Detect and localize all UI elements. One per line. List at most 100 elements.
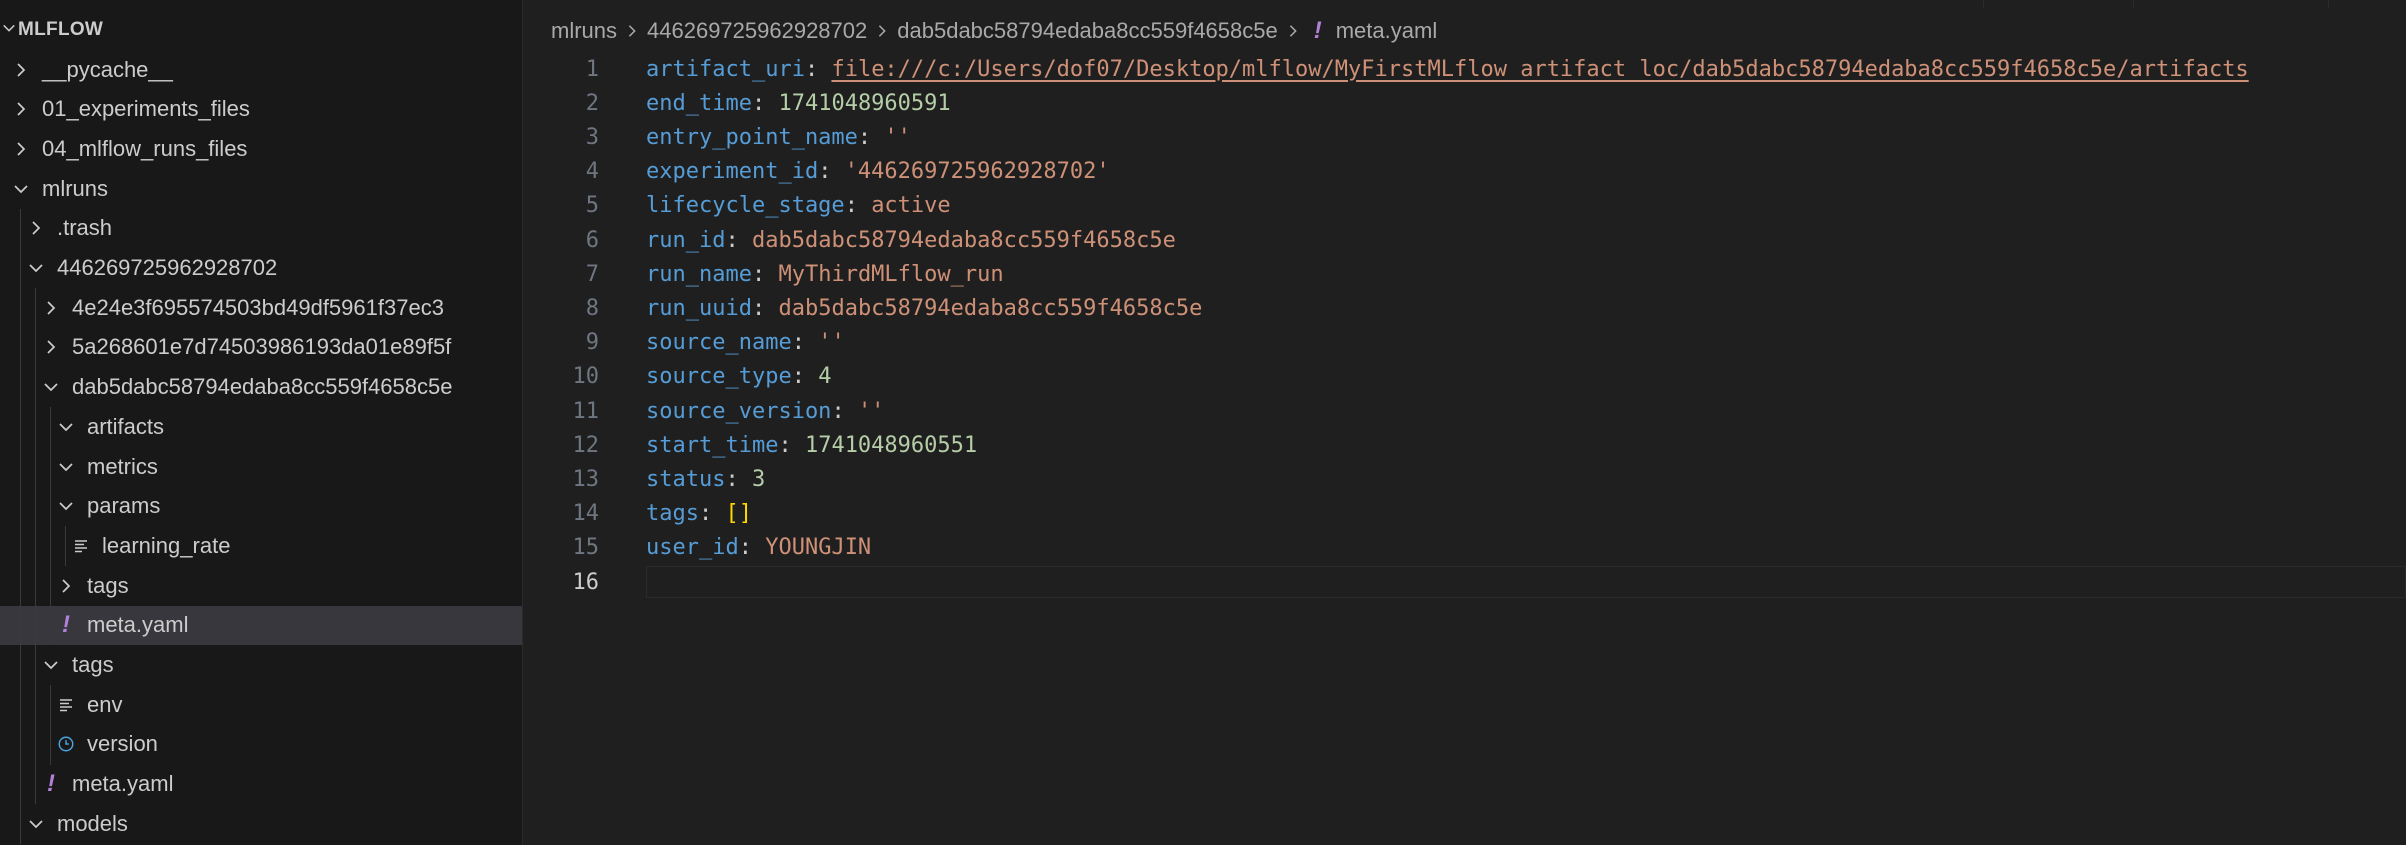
line-number: 10 <box>572 364 600 390</box>
yaml-value: 4 <box>818 364 832 390</box>
tree-file[interactable]: learning_rate <box>0 526 522 565</box>
clock-icon <box>55 735 77 753</box>
editor-pane: mlruns 446269725962928702 dab5dabc58794e… <box>523 0 2406 845</box>
code-line[interactable]: 6 run_id: dab5dabc58794edaba8cc559f4658c5… <box>523 223 2406 257</box>
chevron-right-icon <box>10 138 32 160</box>
tree-item-label: version <box>87 731 158 757</box>
tree-item-label: tags <box>87 572 129 598</box>
tree-folder[interactable]: models <box>0 804 522 843</box>
tree-folder[interactable]: 04_mlflow_runs_files <box>0 129 522 168</box>
yaml-key: start_time <box>646 432 779 458</box>
line-number: 1 <box>585 56 599 82</box>
tree-folder[interactable]: mlruns <box>0 169 522 208</box>
yaml-link-value[interactable]: file:///c:/Users/dof07/Desktop/mlflow/My… <box>831 57 2248 82</box>
line-number: 5 <box>585 193 599 219</box>
tree-item-label: meta.yaml <box>72 771 174 797</box>
code-line[interactable]: 11 source_version: '' <box>523 394 2406 428</box>
code-line[interactable]: 2 end_time: 1741048960591 <box>523 86 2406 120</box>
code-line[interactable]: 13 status: 3 <box>523 462 2406 496</box>
yaml-key: artifact_uri <box>646 56 805 82</box>
tree-file[interactable]: env <box>0 685 522 724</box>
code-line[interactable]: 14 tags: [] <box>523 497 2406 531</box>
explorer-root-label: MLFLOW <box>18 19 104 40</box>
code-text: entry_point_name: '' <box>646 125 911 150</box>
tree-folder[interactable]: 446269725962928702 <box>0 249 522 288</box>
line-number: 6 <box>585 227 599 253</box>
tree-item-label: 04_mlflow_runs_files <box>42 135 248 161</box>
breadcrumb-part[interactable]: mlruns <box>551 18 617 44</box>
breadcrumb-part[interactable]: 446269725962928702 <box>647 18 867 44</box>
tree-folder[interactable]: .trash <box>0 209 522 248</box>
code-line[interactable]: 5 lifecycle_stage: active <box>523 189 2406 223</box>
tree-item-label: env <box>87 691 123 717</box>
chevron-down-icon <box>55 456 77 478</box>
code-line[interactable]: 9 source_name: '' <box>523 326 2406 360</box>
explorer-root[interactable]: MLFLOW <box>0 16 103 44</box>
tree-item-label: learning_rate <box>102 532 231 558</box>
yaml-value: '' <box>818 330 845 356</box>
explorer-sidebar: MLFLOW __pycache__ 01_experiments_files 04… <box>0 0 523 845</box>
tree-file[interactable]: ! meta.yaml <box>0 765 522 804</box>
code-text: lifecycle_stage: active <box>646 193 951 218</box>
breadcrumb: mlruns 446269725962928702 dab5dabc58794e… <box>551 14 1437 48</box>
chevron-down-icon <box>55 495 77 517</box>
indent-guide <box>50 407 51 646</box>
tree-folder[interactable]: metrics <box>0 447 522 486</box>
tree-folder[interactable]: 5a268601e7d74503986193da01e89f5f <box>0 328 522 367</box>
tree-folder[interactable]: 01_experiments_files <box>0 90 522 129</box>
code-text: end_time: 1741048960591 <box>646 91 951 116</box>
yaml-colon: : <box>778 432 805 458</box>
text-lines-icon <box>70 538 92 554</box>
tree-folder[interactable]: artifacts <box>0 407 522 446</box>
breadcrumb-part[interactable]: dab5dabc58794edaba8cc559f4658c5e <box>897 18 1277 44</box>
tree-item-label: meta.yaml <box>87 612 189 638</box>
chevron-right-icon <box>875 24 889 38</box>
tree-folder[interactable]: params <box>0 487 522 526</box>
code-line[interactable]: 3 entry_point_name: '' <box>523 120 2406 154</box>
tree-folder[interactable]: __pycache__ <box>0 50 522 89</box>
yaml-value: MyThirdMLflow_run <box>778 261 1004 287</box>
yaml-colon: : <box>725 227 752 253</box>
chevron-right-icon <box>625 24 639 38</box>
tree-item-label: artifacts <box>87 413 165 439</box>
line-number: 4 <box>585 159 599 185</box>
code-text: status: 3 <box>646 467 765 492</box>
yaml-colon: : <box>751 261 779 287</box>
tree-item-label: 01_experiments_files <box>42 96 250 122</box>
chevron-down-icon <box>25 257 47 279</box>
tree-folder[interactable]: tags <box>0 566 522 605</box>
tree-folder[interactable]: dab5dabc58794edaba8cc559f4658c5e <box>0 368 522 407</box>
breadcrumb-file[interactable]: meta.yaml <box>1336 18 1437 44</box>
yaml-value: dab5dabc58794edaba8cc559f4658c5e <box>751 227 1176 253</box>
line-number: 15 <box>572 535 600 561</box>
line-number: 9 <box>585 330 599 356</box>
yaml-key: status <box>646 466 726 492</box>
tree-item-label: 5a268601e7d74503986193da01e89f5f <box>72 334 452 360</box>
yaml-colon: : <box>844 193 872 219</box>
code-line[interactable]: 16 <box>523 565 2406 599</box>
chevron-down-icon <box>25 813 47 835</box>
code-line[interactable]: 15 user_id: YOUNGJIN <box>523 531 2406 565</box>
tree-file[interactable]: version <box>0 725 522 764</box>
yaml-key: run_id <box>646 227 726 253</box>
code-line[interactable]: 10 source_type: 4 <box>523 360 2406 394</box>
line-number: 14 <box>572 501 600 527</box>
tree-file[interactable]: ! meta.yaml <box>0 605 522 645</box>
code-text: run_id: dab5dabc58794edaba8cc559f4658c5e <box>646 228 1176 253</box>
tree-folder[interactable]: 4e24e3f695574503bd49df5961f37ec3 <box>0 288 522 327</box>
line-number: 2 <box>585 90 599 116</box>
tree-item-label: __pycache__ <box>42 56 173 82</box>
code-line[interactable]: 1 artifact_uri: file:///c:/Users/dof07/De… <box>523 52 2406 86</box>
tree-folder[interactable]: tags <box>0 646 522 685</box>
code-line[interactable]: 4 experiment_id: '446269725962928702' <box>523 155 2406 189</box>
code-line[interactable]: 7 run_name: MyThirdMLflow_run <box>523 257 2406 291</box>
code-line[interactable]: 8 run_uuid: dab5dabc58794edaba8cc559f4658… <box>523 291 2406 325</box>
line-number: 7 <box>585 261 599 287</box>
yaml-value: active <box>871 193 951 219</box>
yaml-key: run_name <box>646 261 752 287</box>
code-text: source_type: 4 <box>646 364 831 389</box>
code-line[interactable]: 12 start_time: 1741048960551 <box>523 428 2406 462</box>
tab-strip-edge <box>1983 0 2134 8</box>
code-text: run_name: MyThirdMLflow_run <box>646 262 1004 287</box>
yaml-key: run_uuid <box>646 295 752 321</box>
